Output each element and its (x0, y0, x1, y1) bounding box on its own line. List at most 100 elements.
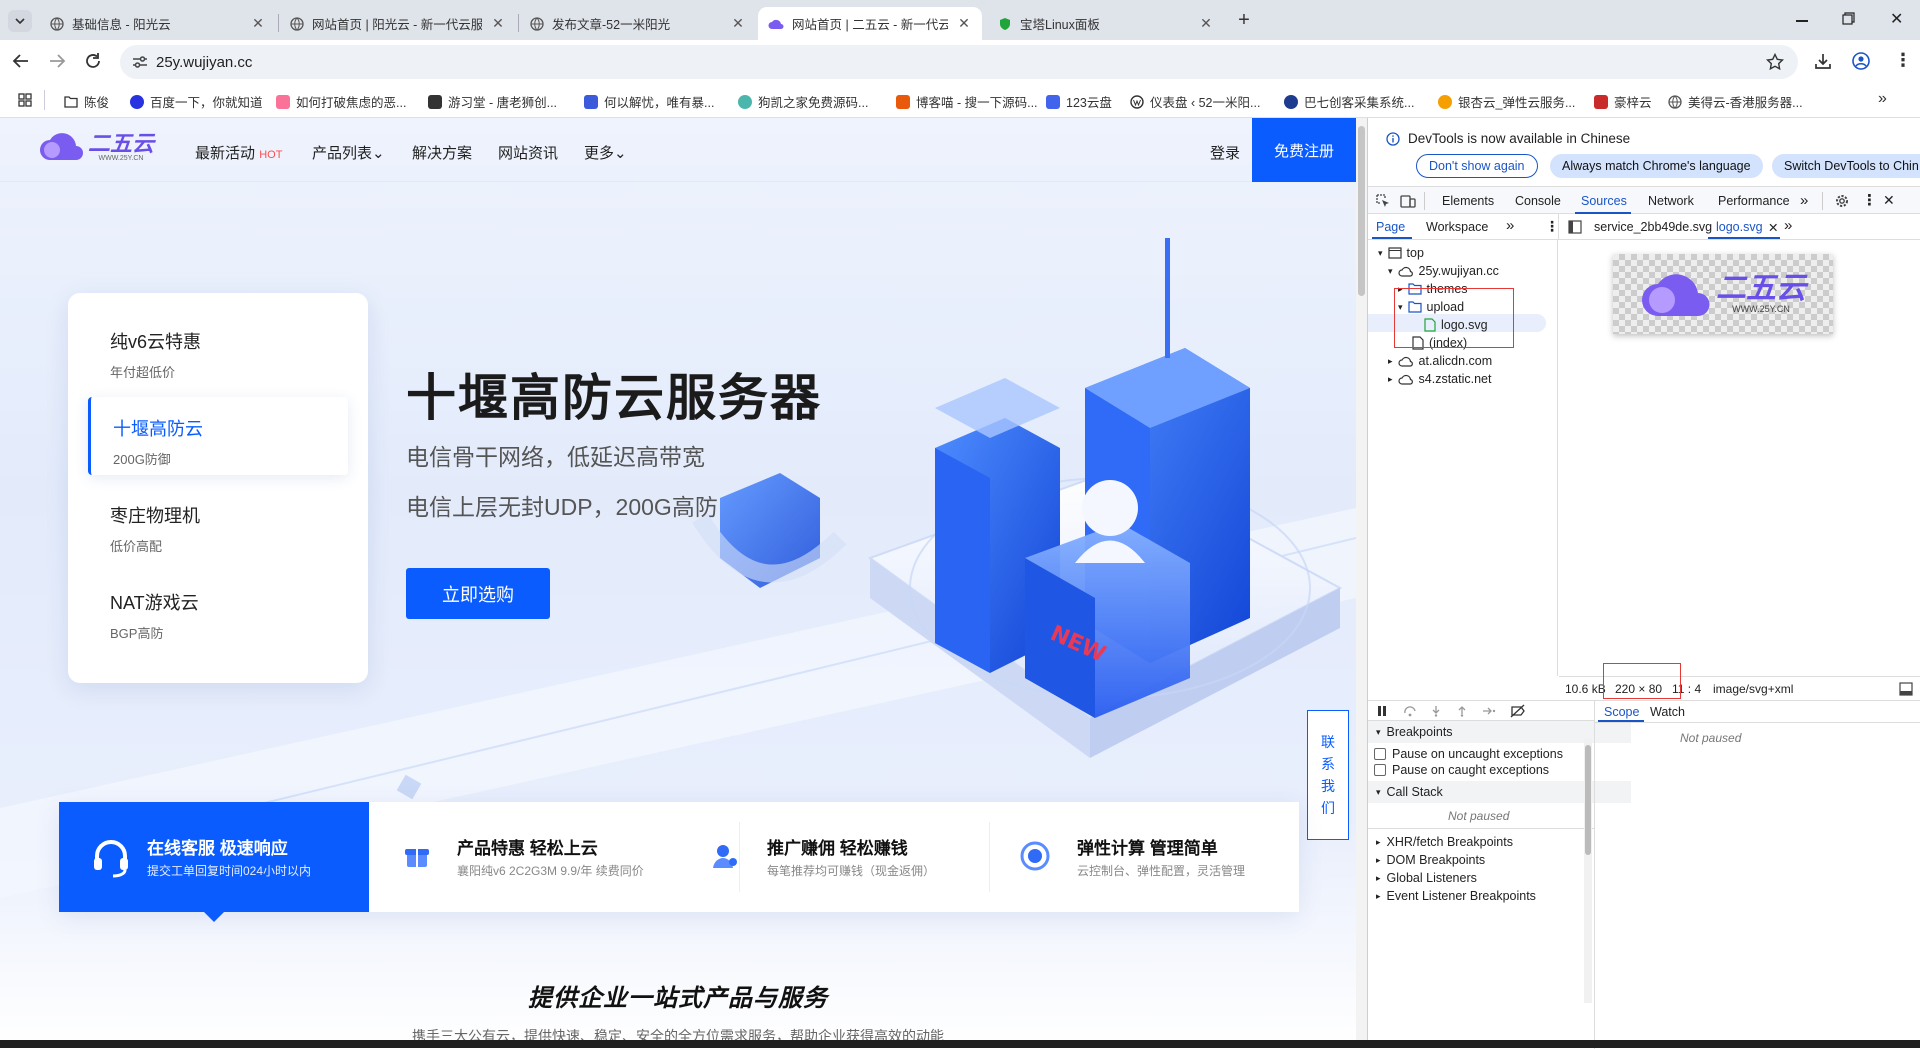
close-tab-icon[interactable]: ✕ (490, 15, 506, 32)
gear-icon[interactable] (1834, 193, 1850, 209)
nav-more[interactable]: 更多⌄ (584, 142, 627, 163)
devtools-tab-sources[interactable]: Sources (1581, 194, 1627, 208)
devtools-tab-performance[interactable]: Performance (1718, 194, 1790, 208)
bookmark-item[interactable]: 狗凯之家免费源码... (738, 92, 868, 111)
bookmark-item[interactable]: 百度一下，你就知道 (130, 92, 263, 111)
xhr-breakpoints-section[interactable]: ▸ XHR/fetch Breakpoints (1376, 835, 1513, 849)
nav-product-list[interactable]: 产品列表⌄ (312, 142, 385, 163)
tab-item-active[interactable]: 网站首页 | 二五云 - 新一代云服 ✕ (758, 7, 982, 40)
download-icon[interactable] (1814, 52, 1832, 70)
deactivate-breakpoints-icon[interactable] (1510, 704, 1526, 718)
back-arrow-icon[interactable] (12, 53, 30, 69)
bookmarks-overflow-button[interactable]: » (1878, 90, 1887, 108)
bookmark-star-icon[interactable] (1766, 53, 1784, 71)
nav-news[interactable]: 网站资讯 (498, 142, 558, 163)
tab-item[interactable]: 基础信息 - 阳光云 ✕ (40, 7, 276, 40)
devtools-tab-network[interactable]: Network (1648, 194, 1694, 208)
pause-uncaught-checkbox[interactable]: Pause on uncaught exceptions (1374, 747, 1563, 761)
close-window-button[interactable]: ✕ (1890, 9, 1903, 29)
dont-show-again-button[interactable]: Don't show again (1416, 154, 1538, 178)
reload-icon[interactable] (84, 52, 102, 70)
close-devtools-icon[interactable]: ✕ (1883, 192, 1895, 209)
page-scrollbar[interactable] (1356, 118, 1367, 1048)
navigator-menu-icon[interactable]: ⋮ (1545, 218, 1559, 235)
toggle-navigator-icon[interactable] (1568, 220, 1582, 234)
file-tab-active[interactable]: logo.svg (1716, 220, 1763, 234)
toggle-debugger-icon[interactable] (1899, 682, 1913, 696)
more-sources-tabs-button[interactable]: » (1506, 217, 1514, 234)
bookmark-item[interactable]: 巴七创客采集系统... (1284, 92, 1414, 111)
tree-node-domain[interactable]: ▸ at.alicdn.com (1388, 354, 1492, 368)
tree-node-domain[interactable]: ▾ 25y.wujiyan.cc (1388, 264, 1499, 278)
checkbox[interactable] (1374, 764, 1386, 776)
bookmark-item[interactable]: 123云盘 (1046, 92, 1112, 111)
close-tab-icon[interactable]: ✕ (730, 15, 746, 32)
scope-tab[interactable]: Scope (1604, 705, 1639, 719)
devtools-tab-console[interactable]: Console (1515, 194, 1561, 208)
switch-language-button[interactable]: Switch DevTools to Chin (1772, 154, 1920, 178)
step-over-icon[interactable] (1404, 705, 1416, 717)
site-settings-icon[interactable] (132, 55, 148, 69)
feature-item-active[interactable]: 在线客服 极速响应 提交工单回复时间024小时以内 (59, 802, 369, 922)
buy-now-button[interactable]: 立即选购 (406, 568, 550, 619)
sources-tab-page[interactable]: Page (1376, 220, 1405, 234)
step-icon[interactable] (1482, 705, 1496, 717)
devtools-tab-elements[interactable]: Elements (1442, 194, 1494, 208)
bookmark-item[interactable]: 博客喵 - 搜一下源码... (896, 92, 1038, 111)
login-link[interactable]: 登录 (1210, 142, 1240, 163)
bookmark-item[interactable]: 如何打破焦虑的恶... (276, 92, 406, 111)
side-menu-item[interactable]: 纯v6云特惠 年付超低价 (88, 310, 348, 388)
forward-arrow-icon[interactable] (48, 53, 66, 69)
debugger-scrollbar[interactable] (1584, 739, 1592, 1003)
side-menu-item[interactable]: 枣庄物理机 低价高配 (88, 484, 348, 562)
more-files-button[interactable]: » (1784, 217, 1792, 234)
devtools-menu-icon[interactable]: ⋮ (1862, 191, 1877, 209)
pause-caught-checkbox[interactable]: Pause on caught exceptions (1374, 763, 1549, 777)
scrollbar-thumb[interactable] (1358, 126, 1365, 296)
bookmark-item[interactable]: 豪梓云 (1594, 92, 1652, 111)
bookmark-item[interactable]: 陈俊 (64, 92, 109, 111)
bookmark-item[interactable]: 美得云-香港服务器... (1668, 92, 1803, 111)
close-file-tab-icon[interactable]: ✕ (1768, 220, 1778, 235)
pause-icon[interactable] (1376, 705, 1388, 717)
tab-search-button[interactable] (8, 10, 32, 32)
close-tab-icon[interactable]: ✕ (956, 15, 972, 32)
match-language-button[interactable]: Always match Chrome's language (1550, 154, 1763, 178)
close-tab-icon[interactable]: ✕ (250, 15, 266, 32)
tree-node-domain[interactable]: ▸ s4.zstatic.net (1388, 372, 1491, 386)
file-tab[interactable]: service_2bb49de.svg (1594, 220, 1712, 234)
bookmark-item[interactable]: 仪表盘 ‹ 52一米阳... (1130, 92, 1260, 111)
tab-item[interactable]: 发布文章-52一米阳光 ✕ (520, 7, 756, 40)
step-into-icon[interactable] (1430, 705, 1442, 717)
register-button[interactable]: 免费注册 (1252, 118, 1356, 182)
new-tab-button[interactable]: + (1232, 9, 1256, 33)
bookmark-item[interactable]: 何以解忧，唯有暴... (584, 92, 714, 111)
restore-button[interactable] (1842, 12, 1856, 26)
step-out-icon[interactable] (1456, 705, 1468, 717)
more-tabs-button[interactable]: » (1800, 192, 1808, 209)
tab-item[interactable]: 网站首页 | 阳光云 - 新一代云服 ✕ (280, 7, 516, 40)
inspect-element-icon[interactable] (1376, 194, 1390, 208)
event-listener-breakpoints-section[interactable]: ▸ Event Listener Breakpoints (1376, 889, 1536, 903)
nav-solutions[interactable]: 解决方案 (412, 142, 472, 163)
close-tab-icon[interactable]: ✕ (1198, 15, 1214, 32)
address-bar[interactable]: 25y.wujiyan.cc (120, 45, 1798, 79)
bookmark-item[interactable]: 银杏云_弹性云服务... (1438, 92, 1575, 111)
apps-grid-icon[interactable] (18, 93, 32, 107)
scrollbar-thumb[interactable] (1585, 745, 1591, 855)
browser-menu-icon[interactable]: ⋮ (1894, 50, 1912, 71)
global-listeners-section[interactable]: ▸ Global Listeners (1376, 871, 1477, 885)
minimize-button[interactable] (1796, 11, 1812, 29)
dom-breakpoints-section[interactable]: ▸ DOM Breakpoints (1376, 853, 1485, 867)
side-menu-item[interactable]: NAT游戏云 BGP高防 (88, 571, 348, 649)
watch-tab[interactable]: Watch (1650, 705, 1685, 719)
device-toolbar-icon[interactable] (1400, 193, 1416, 209)
tree-node-frame[interactable]: ▾ top (1378, 246, 1424, 260)
bookmark-item[interactable]: 游习堂 - 唐老狮创... (428, 92, 557, 111)
sources-tab-workspace[interactable]: Workspace (1426, 220, 1488, 234)
site-logo[interactable]: 二五云 WWW.25Y.CN (38, 130, 154, 164)
nav-latest-activities[interactable]: 最新活动 HOT (195, 142, 282, 163)
side-menu-item-active[interactable]: 十堰高防云 200G防御 (88, 397, 348, 475)
profile-icon[interactable] (1852, 52, 1870, 70)
checkbox[interactable] (1374, 748, 1386, 760)
